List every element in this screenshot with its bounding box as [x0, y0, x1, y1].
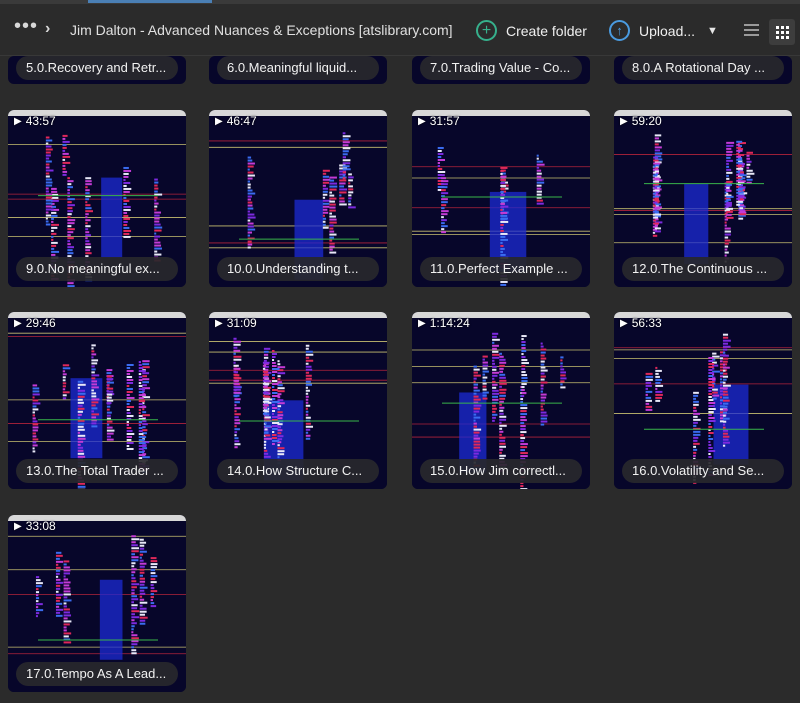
- video-title: 16.0.Volatility and Se...: [622, 459, 784, 483]
- toolbar: ••• › Jim Dalton - Advanced Nuances & Ex…: [0, 4, 800, 56]
- upload-arrow-icon: ↑: [609, 20, 630, 41]
- video-tile[interactable]: 6.0.Meaningful liquid...: [209, 56, 387, 84]
- duration: 33:08: [25, 519, 56, 533]
- play-icon: ▶: [418, 317, 426, 329]
- play-icon: ▶: [215, 115, 223, 127]
- duration-badge: ▶ 33:08: [14, 519, 56, 533]
- duration: 59:20: [631, 114, 662, 128]
- video-title: 15.0.How Jim correctl...: [420, 459, 582, 483]
- video-tile[interactable]: ▶ 29:46 13.0.The Total Trader ...: [8, 312, 186, 489]
- video-title: 9.0.No meaningful ex...: [16, 257, 178, 281]
- plus-icon: +: [476, 20, 497, 41]
- upload-button[interactable]: ↑ Upload... ▼: [609, 20, 718, 41]
- scroll-indicator: [88, 0, 212, 3]
- video-tile[interactable]: ▶ 31:57 11.0.Perfect Example ...: [412, 110, 590, 287]
- duration: 43:57: [25, 114, 56, 128]
- create-folder-label: Create folder: [506, 22, 587, 39]
- video-tile[interactable]: ▶ 59:20 12.0.The Continuous ...: [614, 110, 792, 287]
- list-view-icon[interactable]: [744, 23, 759, 37]
- duration: 56:33: [631, 316, 662, 330]
- video-title: 8.0.A Rotational Day ...: [622, 56, 784, 80]
- video-title: 11.0.Perfect Example ...: [420, 257, 582, 281]
- video-title: 7.0.Trading Value - Co...: [420, 56, 582, 80]
- play-icon: ▶: [620, 317, 628, 329]
- duration-badge: ▶ 31:57: [418, 114, 460, 128]
- video-tile[interactable]: ▶ 43:57 9.0.No meaningful ex...: [8, 110, 186, 287]
- play-icon: ▶: [215, 317, 223, 329]
- duration: 31:57: [429, 114, 460, 128]
- create-folder-button[interactable]: + Create folder: [476, 20, 587, 41]
- video-tile[interactable]: ▶ 33:08 17.0.Tempo As A Lead...: [8, 515, 186, 692]
- video-title: 10.0.Understanding t...: [217, 257, 379, 281]
- breadcrumb-chevron-icon: ›: [45, 20, 51, 37]
- duration: 1:14:24: [429, 316, 470, 330]
- duration-badge: ▶ 56:33: [620, 316, 662, 330]
- duration-badge: ▶ 29:46: [14, 316, 56, 330]
- breadcrumb[interactable]: Jim Dalton - Advanced Nuances & Exceptio…: [70, 22, 453, 38]
- video-title: 5.0.Recovery and Retr...: [16, 56, 178, 80]
- duration-badge: ▶ 31:09: [215, 316, 257, 330]
- video-tile[interactable]: 5.0.Recovery and Retr...: [8, 56, 186, 84]
- video-tile[interactable]: ▶ 1:14:24 15.0.How Jim correctl...: [412, 312, 590, 489]
- play-icon: ▶: [14, 115, 22, 127]
- duration-badge: ▶ 59:20: [620, 114, 662, 128]
- video-tile[interactable]: ▶ 31:09 14.0.How Structure C...: [209, 312, 387, 489]
- video-tile[interactable]: 8.0.A Rotational Day ...: [614, 56, 792, 84]
- video-tile[interactable]: ▶ 46:47 10.0.Understanding t...: [209, 110, 387, 287]
- play-icon: ▶: [14, 317, 22, 329]
- grid-view-icon[interactable]: [769, 19, 795, 45]
- video-title: 6.0.Meaningful liquid...: [217, 56, 379, 80]
- duration-badge: ▶ 43:57: [14, 114, 56, 128]
- duration: 46:47: [226, 114, 257, 128]
- play-icon: ▶: [418, 115, 426, 127]
- video-tile[interactable]: ▶ 56:33 16.0.Volatility and Se...: [614, 312, 792, 489]
- video-title: 14.0.How Structure C...: [217, 459, 379, 483]
- chevron-down-icon[interactable]: ▼: [707, 25, 718, 37]
- duration-badge: ▶ 1:14:24: [418, 316, 470, 330]
- duration: 29:46: [25, 316, 56, 330]
- video-tile[interactable]: 7.0.Trading Value - Co...: [412, 56, 590, 84]
- more-options-icon[interactable]: •••: [14, 16, 38, 36]
- video-title: 17.0.Tempo As A Lead...: [16, 662, 178, 686]
- duration: 31:09: [226, 316, 257, 330]
- play-icon: ▶: [14, 520, 22, 532]
- duration-badge: ▶ 46:47: [215, 114, 257, 128]
- video-title: 13.0.The Total Trader ...: [16, 459, 178, 483]
- upload-label: Upload...: [639, 22, 696, 39]
- play-icon: ▶: [620, 115, 628, 127]
- video-title: 12.0.The Continuous ...: [622, 257, 784, 281]
